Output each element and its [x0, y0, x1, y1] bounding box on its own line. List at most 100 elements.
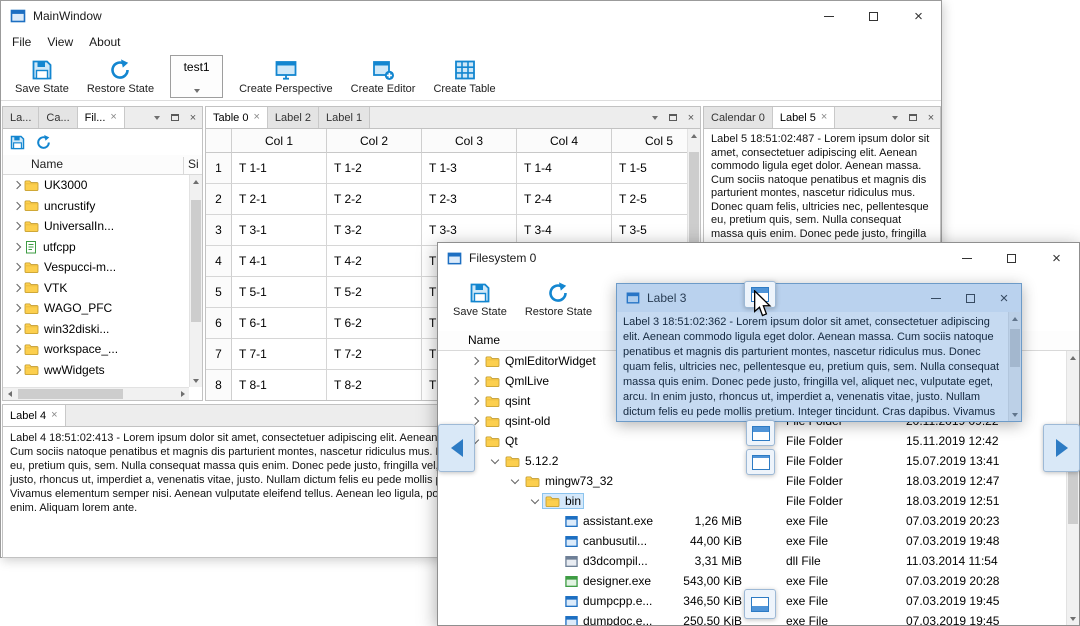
- table-cell[interactable]: T 7-1: [232, 339, 327, 370]
- tree-item[interactable]: Vespucci-m...: [3, 257, 189, 278]
- expand-icon[interactable]: [468, 374, 482, 388]
- vertical-scrollbar[interactable]: [189, 175, 202, 387]
- row-header[interactable]: 4: [206, 246, 232, 277]
- maximize-button[interactable]: [989, 243, 1034, 273]
- close-button[interactable]: ×: [896, 1, 941, 31]
- tabs-menu-button[interactable]: [886, 107, 904, 128]
- expand-icon[interactable]: [10, 322, 24, 336]
- tab-ca[interactable]: Ca...: [39, 107, 78, 128]
- scroll-up-button[interactable]: [1009, 312, 1021, 325]
- tab-close-icon[interactable]: ×: [110, 112, 116, 123]
- scroll-down-button[interactable]: [190, 374, 202, 387]
- table-cell[interactable]: T 7-2: [327, 339, 422, 370]
- size-column-header[interactable]: Si: [183, 157, 199, 174]
- main-titlebar[interactable]: MainWindow ×: [1, 1, 941, 31]
- table-cell[interactable]: T 2-5: [612, 184, 687, 215]
- scrollbar-thumb[interactable]: [18, 389, 123, 399]
- horizontal-scrollbar[interactable]: [3, 387, 189, 400]
- row-header[interactable]: 5: [206, 277, 232, 308]
- scrollbar-track[interactable]: [1009, 325, 1021, 408]
- restore-state-small-button[interactable]: [35, 134, 52, 151]
- tab-label-2[interactable]: Label 2: [267, 107, 320, 128]
- scroll-up-button[interactable]: [1067, 351, 1079, 364]
- scroll-up-button[interactable]: [688, 129, 700, 142]
- tab-close-icon[interactable]: ×: [821, 112, 827, 123]
- undock-button[interactable]: [166, 107, 184, 128]
- expand-icon[interactable]: [10, 240, 24, 254]
- maximize-button[interactable]: [851, 1, 896, 31]
- column-header[interactable]: Col 5: [612, 129, 687, 153]
- vertical-scrollbar[interactable]: [1066, 351, 1079, 625]
- scroll-down-button[interactable]: [1009, 408, 1021, 421]
- tab-table-0[interactable]: Table 0 ×: [206, 107, 268, 128]
- scrollbar-track[interactable]: [1067, 364, 1079, 612]
- row-header[interactable]: 1: [206, 153, 232, 184]
- tree-item[interactable]: workspace_...: [3, 339, 189, 360]
- save-state-button[interactable]: Save State: [444, 273, 516, 331]
- expand-icon[interactable]: [10, 281, 24, 295]
- expand-icon[interactable]: [10, 363, 24, 377]
- expand-icon[interactable]: [468, 354, 482, 368]
- expand-icon[interactable]: [10, 342, 24, 356]
- table-cell[interactable]: T 8-1: [232, 370, 327, 400]
- table-cell[interactable]: T 5-1: [232, 277, 327, 308]
- expand-icon[interactable]: [10, 219, 24, 233]
- name-column-header[interactable]: Name: [31, 157, 63, 171]
- table-cell[interactable]: T 2-4: [517, 184, 612, 215]
- row-header[interactable]: 3: [206, 215, 232, 246]
- table-cell[interactable]: T 6-2: [327, 308, 422, 339]
- tree-item[interactable]: WAGO_PFC: [3, 298, 189, 319]
- scroll-right-button[interactable]: [176, 388, 189, 400]
- tabs-menu-button[interactable]: [148, 107, 166, 128]
- scroll-up-button[interactable]: [190, 175, 202, 188]
- tab-label-5[interactable]: Label 5 ×: [772, 107, 836, 128]
- row-header[interactable]: 2: [206, 184, 232, 215]
- tree-item[interactable]: UniversalIn...: [3, 216, 189, 237]
- scroll-down-button[interactable]: [1067, 612, 1079, 625]
- table-cell[interactable]: T 4-2: [327, 246, 422, 277]
- column-header[interactable]: Col 3: [422, 129, 517, 153]
- menu-view[interactable]: View: [39, 33, 81, 51]
- table-cell[interactable]: T 1-5: [612, 153, 687, 184]
- tree-item[interactable]: uncrustify: [3, 196, 189, 217]
- tab-fil[interactable]: Fil... ×: [77, 107, 125, 128]
- column-header[interactable]: Col 2: [327, 129, 422, 153]
- scrollbar-thumb[interactable]: [191, 200, 201, 322]
- save-state-button[interactable]: Save State: [6, 53, 78, 100]
- drop-indicator-right[interactable]: [1043, 424, 1080, 472]
- expand-icon[interactable]: [468, 394, 482, 408]
- scrollbar-thumb[interactable]: [1010, 329, 1020, 367]
- drop-indicator-area-top[interactable]: [746, 420, 775, 446]
- table-cell[interactable]: T 2-2: [327, 184, 422, 215]
- tabs-menu-button[interactable]: [646, 107, 664, 128]
- tab-label-4[interactable]: Label 4 ×: [3, 405, 66, 426]
- tree-item[interactable]: wwWidgets: [3, 360, 189, 381]
- close-button[interactable]: ×: [987, 284, 1021, 312]
- drop-indicator-left[interactable]: [438, 424, 475, 472]
- table-cell[interactable]: T 3-1: [232, 215, 327, 246]
- row-header[interactable]: 6: [206, 308, 232, 339]
- expand-icon[interactable]: [10, 301, 24, 315]
- column-header[interactable]: Col 1: [232, 129, 327, 153]
- table-cell[interactable]: T 5-2: [327, 277, 422, 308]
- tab-la[interactable]: La...: [3, 107, 40, 128]
- name-column-header[interactable]: Name: [468, 333, 500, 347]
- minimize-button[interactable]: [919, 284, 953, 312]
- tab-calendar-0[interactable]: Calendar 0: [704, 107, 773, 128]
- tree-item[interactable]: UK3000: [3, 175, 189, 196]
- table-cell[interactable]: T 6-1: [232, 308, 327, 339]
- close-dock-button[interactable]: ×: [184, 107, 202, 128]
- row-header[interactable]: 8: [206, 370, 232, 400]
- create-perspective-button[interactable]: Create Perspective: [230, 53, 342, 100]
- table-cell[interactable]: T 1-2: [327, 153, 422, 184]
- filesystem-titlebar[interactable]: Filesystem 0 ×: [438, 243, 1079, 273]
- tree-header[interactable]: Name Si: [3, 155, 202, 175]
- tree-item[interactable]: VTK: [3, 278, 189, 299]
- table-cell[interactable]: T 1-3: [422, 153, 517, 184]
- minimize-button[interactable]: [806, 1, 851, 31]
- menu-about[interactable]: About: [81, 33, 128, 51]
- close-dock-button[interactable]: ×: [682, 107, 700, 128]
- restore-state-button[interactable]: Restore State: [78, 53, 163, 100]
- scroll-left-button[interactable]: [3, 388, 16, 400]
- tab-label-1[interactable]: Label 1: [319, 107, 371, 128]
